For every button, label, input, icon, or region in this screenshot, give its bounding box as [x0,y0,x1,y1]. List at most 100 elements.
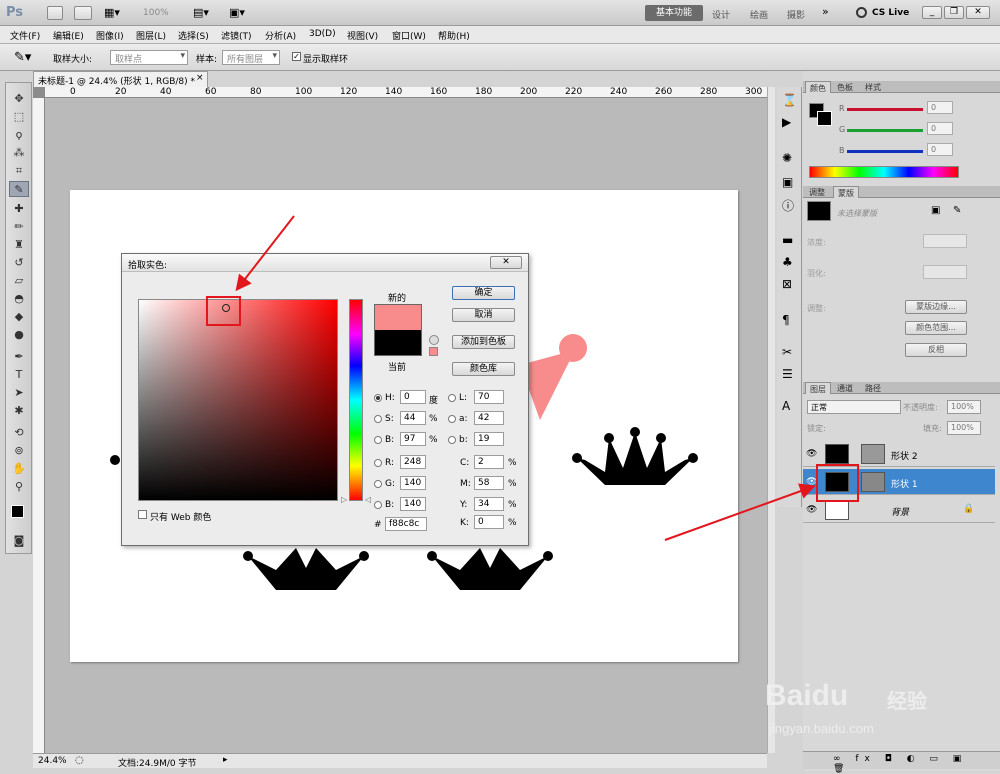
dodge-tool-icon[interactable]: ● [9,327,29,343]
radio-r[interactable] [374,459,382,467]
tab-adjustments[interactable]: 调整 [805,186,829,198]
more-workspaces-icon[interactable]: » [822,5,829,18]
workspace-photography[interactable]: 摄影 [787,8,805,21]
brush-tool-icon[interactable]: ✏ [9,219,29,235]
l-input[interactable]: 70 [474,390,504,404]
quick-select-tool-icon[interactable]: ⁂ [9,145,29,161]
lab-b-input[interactable]: 19 [474,432,504,446]
bg-color-chip[interactable] [817,111,832,126]
status-menu-arrow-icon[interactable]: ▸ [223,755,228,765]
r-input[interactable]: 248 [400,455,426,469]
cancel-button[interactable]: 取消 [452,308,515,322]
radio-s[interactable] [374,415,382,423]
close-document-icon[interactable]: × [196,73,204,83]
k-input[interactable]: 0 [474,515,504,529]
radio-b[interactable] [374,436,382,444]
actions-panel-icon[interactable]: ▶ [782,115,791,129]
tools-panel-icon[interactable]: ✂ [782,345,792,359]
history-brush-icon[interactable]: ↺ [9,255,29,271]
web-only-checkbox[interactable] [138,510,147,519]
hand-tool-icon[interactable]: ✋ [9,461,29,477]
blue-input[interactable]: 140 [400,497,426,511]
healing-brush-icon[interactable]: ✚ [9,201,29,217]
out-of-gamut-icon[interactable] [429,335,439,345]
brushes-panel-icon[interactable]: ✺ [782,151,792,165]
lasso-tool-icon[interactable]: ϙ [9,127,29,143]
type-tool-icon[interactable]: T [9,367,29,383]
hue-slider-handle-left[interactable]: ▷ [341,495,347,504]
b-slider[interactable] [847,150,923,153]
visibility-eye-icon[interactable]: 👁 [806,505,817,515]
radio-lab-b[interactable] [448,436,456,444]
menu-layer[interactable]: 图层(L) [136,29,166,42]
clone-stamp-icon[interactable]: ♜ [9,237,29,253]
tab-paths[interactable]: 路径 [861,382,885,394]
minibridge-icon[interactable] [74,6,92,20]
radio-blue[interactable] [374,501,382,509]
arrange-documents-icon[interactable]: ▤▾ [193,6,209,19]
zoom-level[interactable]: 100% [143,8,169,18]
show-ring-checkbox[interactable]: ✓ [292,52,301,61]
opacity-input[interactable]: 100% [947,400,981,414]
current-color-swatch[interactable] [374,330,422,356]
path-select-icon[interactable]: ➤ [9,385,29,401]
g-value[interactable]: 0 [927,122,953,135]
r-value[interactable]: 0 [927,101,953,114]
menu-select[interactable]: 选择(S) [178,29,209,42]
menu-help[interactable]: 帮助(H) [438,29,470,42]
layer-name[interactable]: 形状 2 [891,449,918,462]
quick-mask-icon[interactable]: ◙ [9,533,29,549]
3d-rotate-icon[interactable]: ⟲ [9,425,29,441]
menu-edit[interactable]: 编辑(E) [53,29,84,42]
color-range-button[interactable]: 颜色范围... [905,321,967,335]
zoom-tool-icon[interactable]: ⚲ [9,479,29,495]
radio-h[interactable] [374,394,382,402]
radio-g[interactable] [374,480,382,488]
color-ramp[interactable] [809,166,959,178]
layer-name[interactable]: 形状 1 [891,477,918,490]
fill-input[interactable]: 100% [947,421,981,435]
paragraph-panel-icon[interactable]: ¶ [782,313,790,327]
pixel-mask-icon[interactable]: ▣ [931,205,940,216]
3d-orbit-icon[interactable]: ⊚ [9,443,29,459]
move-tool-icon[interactable]: ✥ [9,91,29,107]
s-input[interactable]: 44 [400,411,426,425]
tab-color[interactable]: 颜色 [805,81,831,93]
workspace-essentials[interactable]: 基本功能 [645,5,703,21]
g-input[interactable]: 140 [400,476,426,490]
foreground-color-swatch[interactable] [11,505,24,518]
menu-window[interactable]: 窗口(W) [392,29,426,42]
cslive-label[interactable]: CS Live [872,8,909,18]
menu-image[interactable]: 图像(I) [96,29,124,42]
h-input[interactable]: 0 [400,390,426,404]
r-slider[interactable] [847,108,923,111]
y-input[interactable]: 34 [474,497,504,511]
g-slider[interactable] [847,129,923,132]
radio-l[interactable] [448,394,456,402]
status-zoom[interactable]: 24.4% [38,756,67,766]
menu-analysis[interactable]: 分析(A) [265,29,296,42]
ok-button[interactable]: 确定 [452,286,515,300]
sample-select[interactable]: 所有图层 [222,50,280,65]
add-to-swatches-button[interactable]: 添加到色板 [452,335,515,349]
document-tab[interactable]: 未标题-1 @ 24.4% (形状 1, RGB/8) * × [33,71,208,87]
m-input[interactable]: 58 [474,476,504,490]
color-field[interactable] [138,299,338,501]
shape-tool-icon[interactable]: ✱ [9,403,29,419]
swatch-panel-icon[interactable]: ▬ [782,233,793,247]
history-panel-icon[interactable]: ⌛ [782,93,797,107]
hex-input[interactable]: f88c8c [385,517,427,531]
3d-panel-icon[interactable]: ♣ [782,255,793,269]
vertical-scrollbar[interactable] [767,87,775,753]
clone-source-icon[interactable]: ▣ [782,175,793,189]
tab-swatches[interactable]: 色板 [833,81,857,93]
tab-channels[interactable]: 通道 [833,382,857,394]
workspace-painting[interactable]: 绘画 [750,8,768,21]
hue-slider[interactable] [349,299,363,501]
a-input[interactable]: 42 [474,411,504,425]
blur-tool-icon[interactable]: ◆ [9,309,29,325]
info-panel-icon[interactable]: ⓘ [782,197,794,214]
tab-layers[interactable]: 图层 [805,382,831,394]
blend-mode-select[interactable]: 正常 [807,400,901,414]
menu-3d[interactable]: 3D(D) [309,29,336,39]
